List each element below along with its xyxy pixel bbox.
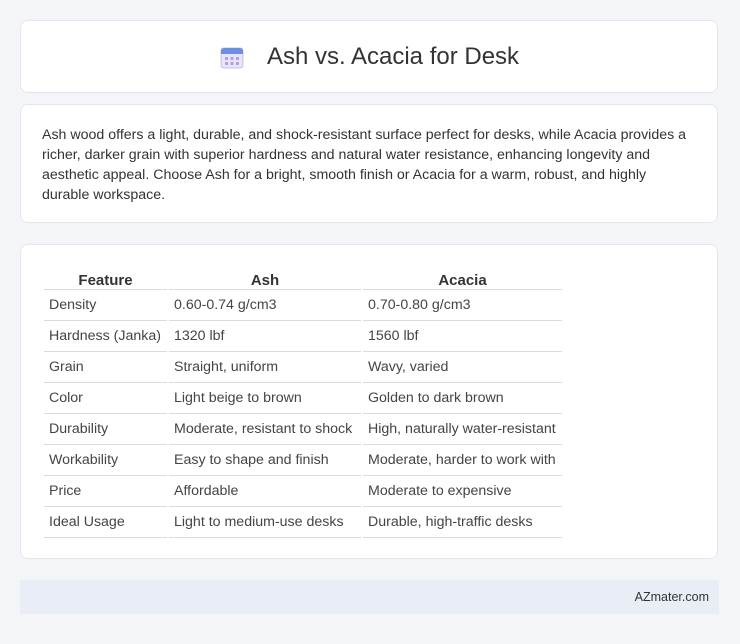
intro-text: Ash wood offers a light, durable, and sh… [42, 127, 687, 203]
table-row: Durability Moderate, resistant to shock … [44, 414, 562, 445]
comparison-card: Feature Ash Acacia Density 0.60-0.74 g/c… [20, 244, 718, 559]
feature-cell: Density [44, 290, 167, 321]
page-title: Ash vs. Acacia for Desk [266, 42, 520, 70]
acacia-cell: 0.70-0.80 g/cm3 [363, 290, 562, 321]
table-row: Workability Easy to shape and finish Mod… [44, 445, 562, 476]
ash-cell: Light beige to brown [169, 383, 361, 414]
table-row: Color Light beige to brown Golden to dar… [44, 383, 562, 414]
ash-cell: 0.60-0.74 g/cm3 [169, 290, 361, 321]
feature-cell: Workability [44, 445, 167, 476]
acacia-cell: Moderate, harder to work with [363, 445, 562, 476]
table-row: Density 0.60-0.74 g/cm3 0.70-0.80 g/cm3 [44, 290, 562, 321]
calendar-icon [219, 44, 245, 70]
acacia-cell: High, naturally water-resistant [363, 414, 562, 445]
ash-cell: Light to medium-use desks [169, 507, 361, 538]
header-acacia: Acacia [363, 265, 562, 290]
ash-cell: 1320 lbf [169, 321, 361, 352]
table-row: Grain Straight, uniform Wavy, varied [44, 352, 562, 383]
intro-card: Ash wood offers a light, durable, and sh… [20, 104, 718, 223]
footer-credit: AZmater.com [634, 590, 709, 604]
ash-cell: Affordable [169, 476, 361, 507]
ash-cell: Moderate, resistant to shock [169, 414, 361, 445]
ash-cell: Straight, uniform [169, 352, 361, 383]
table-row: Ideal Usage Light to medium-use desks Du… [44, 507, 562, 538]
acacia-cell: 1560 lbf [363, 321, 562, 352]
header-card: Ash vs. Acacia for Desk [20, 20, 718, 93]
feature-cell: Ideal Usage [44, 507, 167, 538]
acacia-cell: Golden to dark brown [363, 383, 562, 414]
feature-cell: Hardness (Janka) [44, 321, 167, 352]
feature-cell: Grain [44, 352, 167, 383]
table-header-row: Feature Ash Acacia [44, 265, 562, 290]
feature-cell: Price [44, 476, 167, 507]
header-ash: Ash [169, 265, 361, 290]
acacia-cell: Wavy, varied [363, 352, 562, 383]
header-feature: Feature [44, 265, 167, 290]
feature-cell: Color [44, 383, 167, 414]
ash-cell: Easy to shape and finish [169, 445, 361, 476]
feature-cell: Durability [44, 414, 167, 445]
comparison-table: Feature Ash Acacia Density 0.60-0.74 g/c… [42, 265, 564, 538]
table-row: Hardness (Janka) 1320 lbf 1560 lbf [44, 321, 562, 352]
table-row: Price Affordable Moderate to expensive [44, 476, 562, 507]
footer: AZmater.com [20, 580, 719, 614]
acacia-cell: Moderate to expensive [363, 476, 562, 507]
acacia-cell: Durable, high-traffic desks [363, 507, 562, 538]
